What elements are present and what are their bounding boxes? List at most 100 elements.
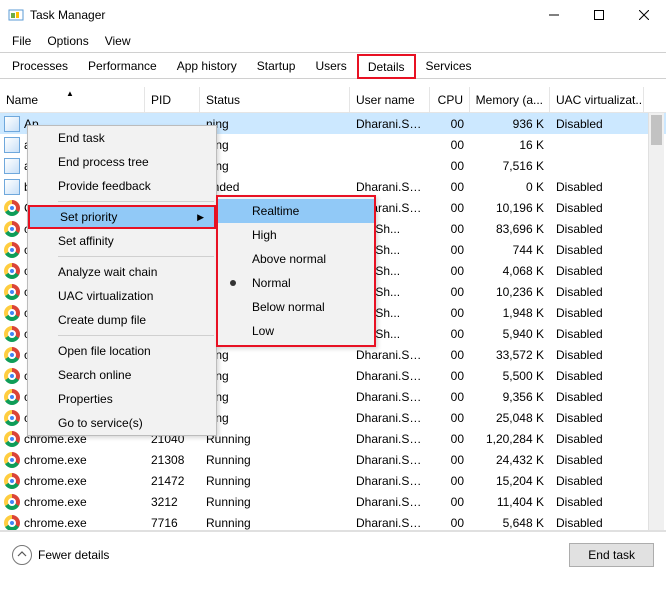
priority-high[interactable]: High bbox=[218, 223, 374, 247]
sort-asc-icon: ▲ bbox=[66, 89, 74, 98]
cell-status: ning bbox=[200, 159, 350, 173]
header-user[interactable]: User name bbox=[350, 87, 430, 112]
tab-app-history[interactable]: App history bbox=[167, 54, 247, 79]
menu-file[interactable]: File bbox=[4, 32, 39, 50]
tab-users[interactable]: Users bbox=[305, 54, 356, 79]
cell-status: Running bbox=[200, 495, 350, 509]
priority-below-normal[interactable]: Below normal bbox=[218, 295, 374, 319]
cell-status: ning bbox=[200, 369, 350, 383]
cell-memory: 83,696 K bbox=[470, 222, 550, 236]
cell-uac: Disabled bbox=[550, 306, 644, 320]
cell-cpu: 00 bbox=[430, 348, 470, 362]
cell-memory: 5,500 K bbox=[470, 369, 550, 383]
cell-memory: 24,432 K bbox=[470, 453, 550, 467]
process-icon bbox=[4, 515, 20, 531]
menu-options[interactable]: Options bbox=[39, 32, 96, 50]
header-uac[interactable]: UAC virtualizat... bbox=[550, 87, 644, 112]
cell-memory: 5,648 K bbox=[470, 516, 550, 530]
priority-normal[interactable]: Normal bbox=[218, 271, 374, 295]
header-name[interactable]: Name▲ bbox=[0, 87, 145, 112]
cell-user: Dharani.Sh... bbox=[350, 516, 430, 530]
menu-view[interactable]: View bbox=[97, 32, 139, 50]
table-row[interactable]: chrome.exe3212RunningDharani.Sh...0011,4… bbox=[0, 491, 666, 512]
ctx-create-dump-file[interactable]: Create dump file bbox=[28, 308, 216, 332]
cell-status: ning bbox=[200, 390, 350, 404]
ctx-search-online[interactable]: Search online bbox=[28, 363, 216, 387]
cell-cpu: 00 bbox=[430, 159, 470, 173]
ctx-analyze-wait-chain[interactable]: Analyze wait chain bbox=[28, 260, 216, 284]
cell-uac: Disabled bbox=[550, 411, 644, 425]
ctx-set-affinity[interactable]: Set affinity bbox=[28, 229, 216, 253]
priority-low[interactable]: Low bbox=[218, 319, 374, 343]
tab-performance[interactable]: Performance bbox=[78, 54, 167, 79]
cell-user: Dharani.Sh... bbox=[350, 180, 430, 194]
ctx-end-process-tree[interactable]: End process tree bbox=[28, 150, 216, 174]
ctx-end-task[interactable]: End task bbox=[28, 126, 216, 150]
header-status[interactable]: Status bbox=[200, 87, 350, 112]
window-controls bbox=[531, 0, 666, 30]
header-memory[interactable]: Memory (a... bbox=[470, 87, 550, 112]
scrollbar-thumb[interactable] bbox=[651, 115, 662, 145]
cell-memory: 0 K bbox=[470, 180, 550, 194]
end-task-button[interactable]: End task bbox=[569, 543, 654, 567]
minimize-button[interactable] bbox=[531, 0, 576, 30]
fewer-details-button[interactable]: Fewer details bbox=[12, 545, 109, 565]
table-row[interactable]: chrome.exe21472RunningDharani.Sh...0015,… bbox=[0, 470, 666, 491]
priority-above-normal[interactable]: Above normal bbox=[218, 247, 374, 271]
vertical-scrollbar[interactable] bbox=[648, 113, 664, 530]
cell-user: Dharani.Sh... bbox=[350, 390, 430, 404]
cell-uac: Disabled bbox=[550, 285, 644, 299]
cell-user: Dharani.Sh... bbox=[350, 117, 430, 131]
tab-startup[interactable]: Startup bbox=[247, 54, 306, 79]
cell-cpu: 00 bbox=[430, 369, 470, 383]
header-cpu[interactable]: CPU bbox=[430, 87, 470, 112]
cell-memory: 1,20,284 K bbox=[470, 432, 550, 446]
cell-memory: 15,204 K bbox=[470, 474, 550, 488]
cell-cpu: 00 bbox=[430, 306, 470, 320]
process-icon bbox=[4, 200, 20, 216]
cell-user: Dharani.Sh... bbox=[350, 495, 430, 509]
cell-uac: Disabled bbox=[550, 516, 644, 530]
table-row[interactable]: chrome.exe7716RunningDharani.Sh...005,64… bbox=[0, 512, 666, 531]
cell-uac: Disabled bbox=[550, 201, 644, 215]
tab-strip: Processes Performance App history Startu… bbox=[0, 52, 666, 79]
header-pid[interactable]: PID bbox=[145, 87, 200, 112]
ctx-provide-feedback[interactable]: Provide feedback bbox=[28, 174, 216, 198]
ctx-go-to-services[interactable]: Go to service(s) bbox=[28, 411, 216, 435]
process-name: chrome.exe bbox=[24, 516, 87, 530]
cell-status: ning bbox=[200, 348, 350, 362]
tab-details[interactable]: Details bbox=[357, 54, 416, 79]
ctx-open-file-location[interactable]: Open file location bbox=[28, 339, 216, 363]
cell-cpu: 00 bbox=[430, 411, 470, 425]
window-title: Task Manager bbox=[30, 8, 531, 22]
cell-cpu: 00 bbox=[430, 285, 470, 299]
process-icon bbox=[4, 263, 20, 279]
cell-cpu: 00 bbox=[430, 117, 470, 131]
process-icon bbox=[4, 221, 20, 237]
cell-status: Running bbox=[200, 453, 350, 467]
priority-realtime[interactable]: Realtime bbox=[218, 199, 374, 223]
ctx-properties[interactable]: Properties bbox=[28, 387, 216, 411]
maximize-button[interactable] bbox=[576, 0, 621, 30]
cell-cpu: 00 bbox=[430, 243, 470, 257]
table-row[interactable]: chrome.exe21308RunningDharani.Sh...0024,… bbox=[0, 449, 666, 470]
cell-uac: Disabled bbox=[550, 180, 644, 194]
cell-pid: 7716 bbox=[145, 516, 200, 530]
ctx-separator bbox=[58, 256, 214, 257]
cell-status: ning bbox=[200, 117, 350, 131]
priority-submenu: Realtime High Above normal Normal Below … bbox=[216, 195, 376, 347]
ctx-set-priority[interactable]: Set priority▶ bbox=[28, 205, 216, 229]
ctx-uac-virtualization[interactable]: UAC virtualization bbox=[28, 284, 216, 308]
cell-uac: Disabled bbox=[550, 453, 644, 467]
tab-processes[interactable]: Processes bbox=[2, 54, 78, 79]
cell-uac: Disabled bbox=[550, 474, 644, 488]
close-button[interactable] bbox=[621, 0, 666, 30]
process-icon bbox=[4, 473, 20, 489]
cell-uac: Disabled bbox=[550, 495, 644, 509]
cell-uac: Disabled bbox=[550, 117, 644, 131]
tab-services[interactable]: Services bbox=[416, 54, 482, 79]
cell-uac: Disabled bbox=[550, 264, 644, 278]
cell-cpu: 00 bbox=[430, 201, 470, 215]
titlebar: Task Manager bbox=[0, 0, 666, 30]
cell-cpu: 00 bbox=[430, 180, 470, 194]
